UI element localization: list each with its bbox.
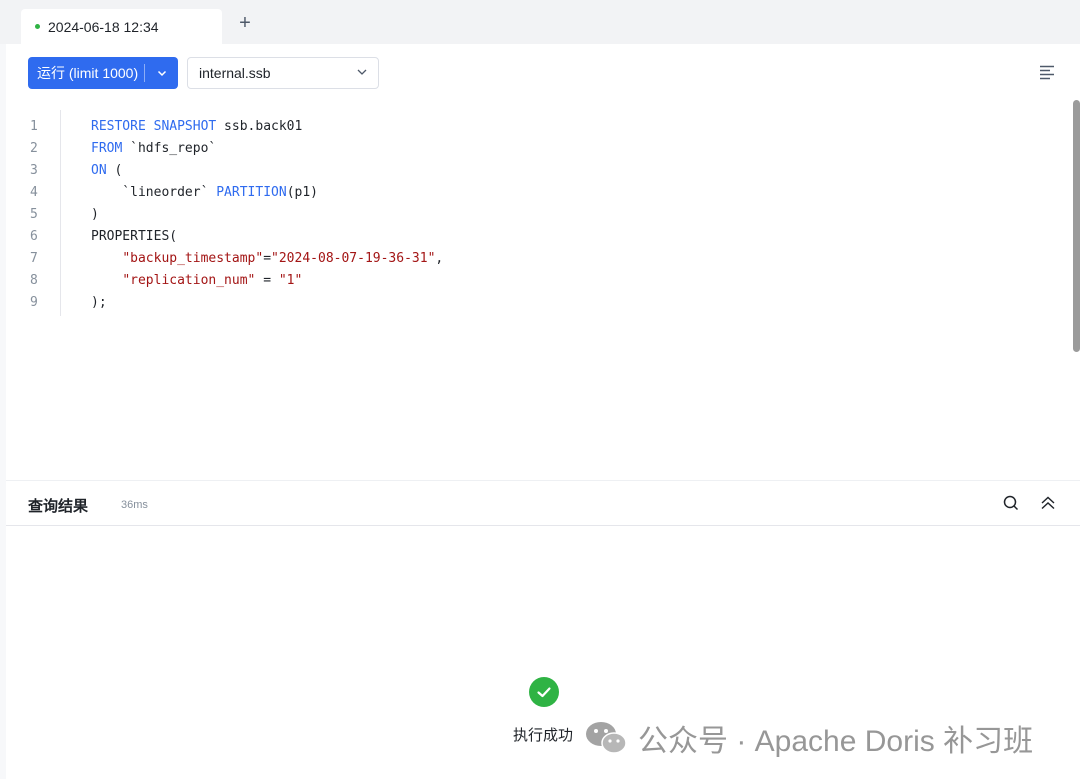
line-number: 7: [30, 251, 38, 266]
code-line: ON (: [91, 163, 123, 178]
tab-title: 2024-06-18 12:34: [48, 18, 159, 35]
sql-editor[interactable]: 1 2 3 4 5 6 7 8 9 RESTORE SNAPSHOT ssb.b…: [6, 110, 1072, 480]
results-title: 查询结果: [28, 498, 89, 515]
editor-scrollbar[interactable]: [1073, 100, 1080, 352]
watermark: 公众号 · Apache Doris 补习班: [584, 716, 1033, 760]
results-header: 查询结果 36ms: [6, 481, 1080, 526]
code-line: FROM `hdfs_repo`: [91, 141, 217, 156]
database-select-value: internal.ssb: [199, 65, 271, 81]
code-line: );: [91, 295, 107, 310]
line-number: 8: [30, 273, 38, 288]
code-line: RESTORE SNAPSHOT ssb.back01: [91, 119, 303, 134]
code-line: ): [91, 207, 99, 222]
database-select[interactable]: internal.ssb: [187, 57, 379, 89]
code-line: "replication_num" = "1": [122, 273, 303, 288]
run-button[interactable]: 运行 (limit 1000): [28, 57, 178, 89]
code-line: PROPERTIES(: [91, 229, 178, 244]
gutter-divider: [60, 110, 61, 316]
success-check-icon: [529, 677, 559, 707]
line-number: 1: [30, 119, 38, 134]
query-tab[interactable]: 2024-06-18 12:34: [21, 9, 222, 44]
line-number: 6: [30, 229, 38, 244]
run-button-label: 运行 (limit 1000): [37, 65, 139, 81]
sql-code[interactable]: RESTORE SNAPSHOT ssb.back01 FROM `hdfs_re…: [91, 116, 443, 314]
chevron-down-icon[interactable]: [145, 67, 178, 79]
line-number: 9: [30, 295, 38, 310]
format-menu-icon[interactable]: [1037, 62, 1057, 82]
search-icon[interactable]: [1002, 494, 1020, 512]
line-number-gutter: 1 2 3 4 5 6 7 8 9: [6, 116, 62, 314]
wechat-icon: [586, 722, 627, 754]
collapse-up-icon[interactable]: [1038, 493, 1058, 513]
add-tab-button[interactable]: +: [234, 12, 256, 34]
line-number: 2: [30, 141, 38, 156]
line-number: 4: [30, 185, 38, 200]
line-number: 3: [30, 163, 38, 178]
tab-status-dot: [35, 24, 40, 29]
chevron-down-icon: [356, 65, 368, 81]
results-duration: 36ms: [121, 499, 148, 511]
success-message: 执行成功: [513, 727, 574, 744]
watermark-text: 公众号 · Apache Doris 补习班: [638, 725, 1034, 758]
code-line: `lineorder` PARTITION(p1): [91, 185, 318, 200]
tab-bar: 2024-06-18 12:34 +: [0, 0, 1080, 44]
line-number: 5: [30, 207, 38, 222]
code-line: "backup_timestamp"="2024-08-07-19-36-31"…: [122, 251, 444, 266]
